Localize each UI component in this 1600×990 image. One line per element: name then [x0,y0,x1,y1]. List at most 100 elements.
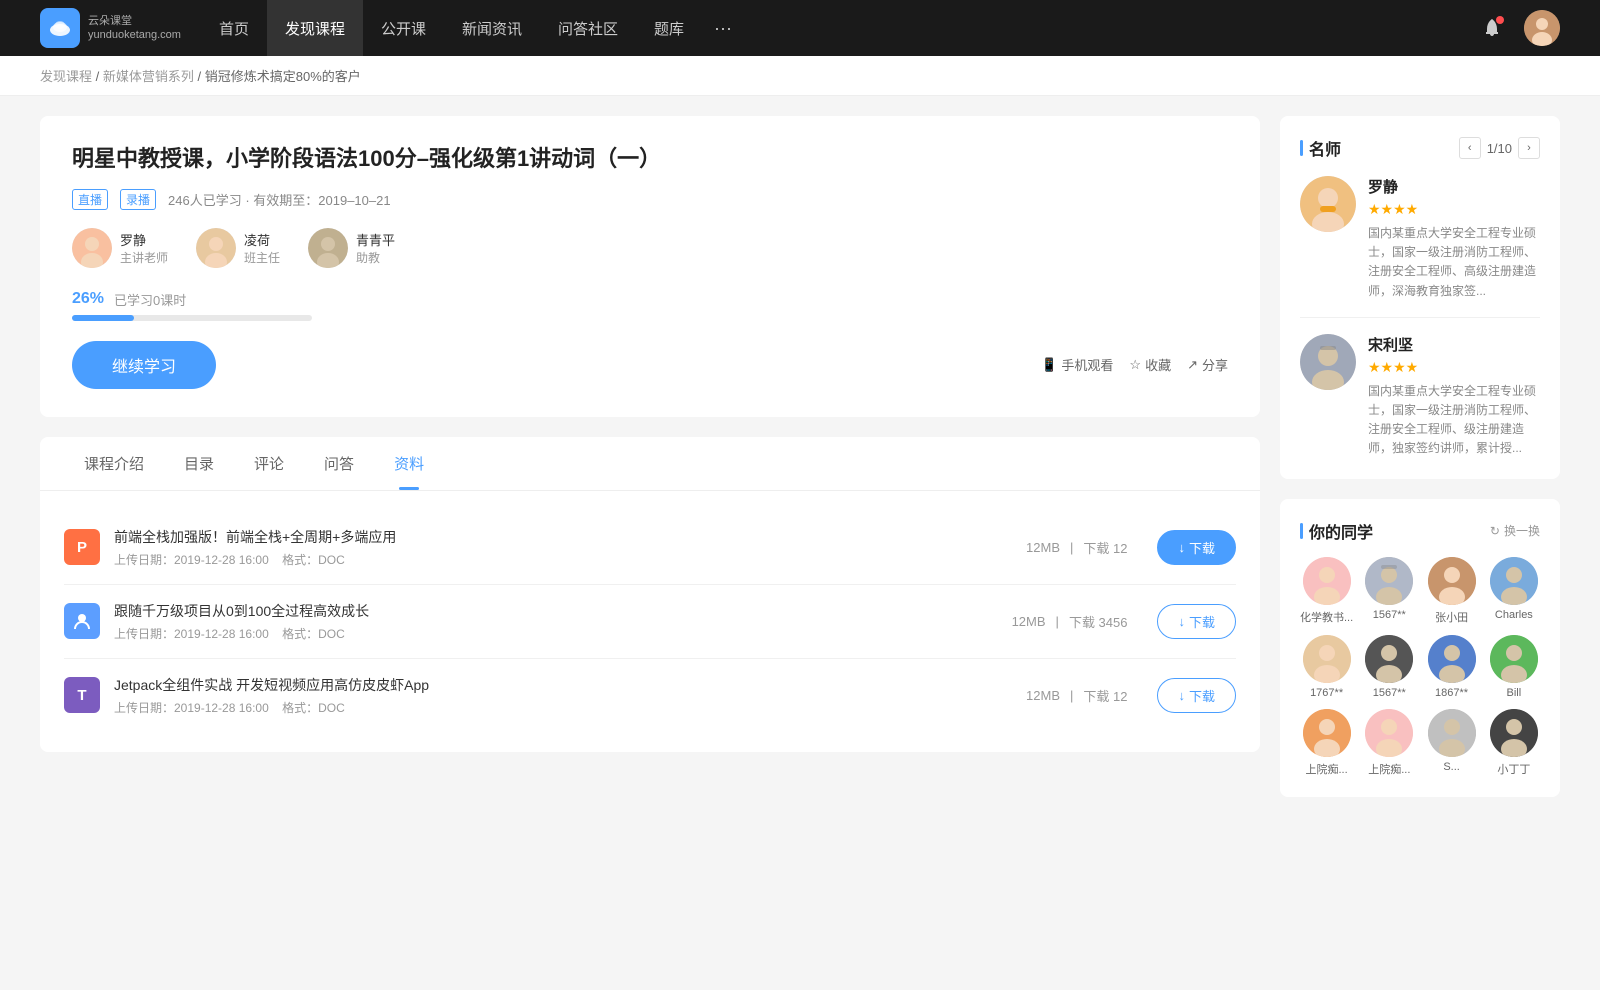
resource-info-1: 跟随千万级项目从0到100全过程高效成长 上传日期：2019-12-28 16:… [114,601,998,642]
progress-bar-fill [72,315,134,321]
classmate-avatar-10[interactable] [1428,709,1476,757]
classmates-title: 你的同学 [1300,519,1373,543]
pagination-info: 1/10 [1487,141,1512,156]
nav-open[interactable]: 公开课 [363,0,444,56]
breadcrumb-discover[interactable]: 发现课程 [40,69,92,84]
navbar: 云朵课堂 yunduoketang.com 首页 发现课程 公开课 新闻资讯 问… [0,0,1600,56]
tab-resources[interactable]: 资料 [374,437,444,490]
classmate-avatar-7[interactable] [1490,635,1538,683]
teachers-sidebar-card: 名师 ‹ 1/10 › 罗静 [1280,116,1560,479]
logo[interactable]: 云朵课堂 yunduoketang.com [40,8,181,48]
share-button[interactable]: ↗ 分享 [1187,355,1228,374]
nav-more[interactable]: ··· [702,0,744,56]
tab-intro[interactable]: 课程介绍 [64,437,164,490]
nav-qa[interactable]: 问答社区 [540,0,636,56]
classmate-name-11: 小丁丁 [1497,761,1530,777]
classmate-name-9: 上院痴... [1368,761,1410,777]
course-teachers: 罗静 主讲老师 凌荷 班主任 [72,228,1228,268]
classmate-avatar-11[interactable] [1490,709,1538,757]
classmate-item-4: 1767** [1300,635,1353,699]
teacher-item-1: 凌荷 班主任 [196,228,280,268]
resource-item-1: 跟随千万级项目从0到100全过程高效成长 上传日期：2019-12-28 16:… [64,585,1236,659]
teachers-card-header: 名师 ‹ 1/10 › [1300,136,1540,160]
teacher-card-desc-1: 国内某重点大学安全工程专业硕士，国家一级注册消防工程师、注册安全工程师、级注册建… [1368,382,1540,459]
resource-icon-1 [64,603,100,639]
download-icon-2: ↓ [1178,688,1185,703]
classmate-avatar-4[interactable] [1303,635,1351,683]
pagination-ctrl: ‹ 1/10 › [1459,137,1540,159]
resource-info-0: 前端全栈加强版！前端全栈+全周期+多端应用 上传日期：2019-12-28 16… [114,527,1012,568]
resource-icon-2: T [64,677,100,713]
nav-right [1476,10,1560,46]
classmate-item-1: 1567** [1363,557,1415,625]
teacher-info-0: 罗静 主讲老师 [120,230,168,266]
teacher-card-info-1: 宋利坚 ★★★★ 国内某重点大学安全工程专业硕士，国家一级注册消防工程师、注册安… [1368,334,1540,459]
action-extras: 📱 手机观看 ☆ 收藏 ↗ 分享 [1041,355,1228,374]
refresh-classmates-button[interactable]: ↻ 换一换 [1490,522,1540,539]
nav-home[interactable]: 首页 [201,0,267,56]
tab-qa[interactable]: 问答 [304,437,374,490]
collect-button[interactable]: ☆ 收藏 [1129,355,1171,374]
download-button-2[interactable]: ↓ 下载 [1157,678,1236,713]
left-content: 明星中教授课，小学阶段语法100分–强化级第1讲动词（一） 直播 录播 246人… [40,116,1260,817]
download-icon-1: ↓ [1178,614,1185,629]
resource-name-0: 前端全栈加强版！前端全栈+全周期+多端应用 [114,527,1012,547]
download-button-1[interactable]: ↓ 下载 [1157,604,1236,639]
tabs-card: 课程介绍 目录 评论 问答 资料 P 前端全栈加强版！前端全栈+全周期+多端应用… [40,437,1260,752]
classmate-avatar-0[interactable] [1303,557,1351,605]
tabs-header: 课程介绍 目录 评论 问答 资料 [40,437,1260,491]
classmate-item-7: Bill [1488,635,1540,699]
classmate-avatar-3[interactable] [1490,557,1538,605]
nav-quiz[interactable]: 题库 [636,0,702,56]
classmates-sidebar-card: 你的同学 ↻ 换一换 化学教书... [1280,499,1560,797]
continue-learning-button[interactable]: 继续学习 [72,341,216,389]
download-button-0[interactable]: ↓ 下载 [1157,530,1236,565]
classmate-name-4: 1767** [1310,687,1343,699]
classmates-header: 你的同学 ↻ 换一换 [1300,519,1540,543]
teacher-card-stars-0: ★★★★ [1368,201,1540,218]
resource-item-2: T Jetpack全组件实战 开发短视频应用高仿皮皮虾App 上传日期：2019… [64,659,1236,732]
nav-discover[interactable]: 发现课程 [267,0,363,56]
classmate-avatar-5[interactable] [1365,635,1413,683]
progress-percent: 26% [72,290,104,308]
classmate-item-8: 上院痴... [1300,709,1353,777]
resource-info-2: Jetpack全组件实战 开发短视频应用高仿皮皮虾App 上传日期：2019-1… [114,675,1012,716]
classmate-item-3: Charles [1488,557,1540,625]
pagination-prev[interactable]: ‹ [1459,137,1481,159]
phone-icon: 📱 [1041,357,1057,373]
teacher-item-0: 罗静 主讲老师 [72,228,168,268]
phone-watch-button[interactable]: 📱 手机观看 [1041,355,1113,374]
download-icon-0: ↓ [1178,540,1185,555]
breadcrumb-series[interactable]: 新媒体营销系列 [103,69,194,84]
breadcrumb: 发现课程 / 新媒体营销系列 / 销冠修炼术搞定80%的客户 [0,56,1600,96]
classmate-avatar-2[interactable] [1428,557,1476,605]
badge-live: 直播 [72,189,108,210]
teacher-card-name-1: 宋利坚 [1368,334,1540,355]
action-row: 继续学习 📱 手机观看 ☆ 收藏 ↗ 分享 [72,341,1228,389]
tab-review[interactable]: 评论 [234,437,304,490]
logo-icon [40,8,80,48]
tab-catalog[interactable]: 目录 [164,437,234,490]
teacher-info-2: 青青平 助教 [356,230,395,266]
breadcrumb-current: 销冠修炼术搞定80%的客户 [205,69,361,84]
classmate-avatar-1[interactable] [1365,557,1413,605]
classmate-item-0: 化学教书... [1300,557,1353,625]
teacher-card-desc-0: 国内某重点大学安全工程专业硕士，国家一级注册消防工程师、注册安全工程师、高级注册… [1368,224,1540,301]
classmate-avatar-6[interactable] [1428,635,1476,683]
pagination-next[interactable]: › [1518,137,1540,159]
classmate-avatar-8[interactable] [1303,709,1351,757]
classmate-item-2: 张小田 [1425,557,1477,625]
classmate-avatar-9[interactable] [1365,709,1413,757]
notification-dot [1496,16,1504,24]
bell-button[interactable] [1476,12,1508,44]
teacher-avatar-1 [196,228,236,268]
classmates-grid: 化学教书... 1567** [1300,557,1540,777]
user-avatar[interactable] [1524,10,1560,46]
nav-items: 首页 发现课程 公开课 新闻资讯 问答社区 题库 ··· [201,0,1476,56]
teacher-card-1: 宋利坚 ★★★★ 国内某重点大学安全工程专业硕士，国家一级注册消防工程师、注册安… [1300,334,1540,459]
nav-news[interactable]: 新闻资讯 [444,0,540,56]
course-title: 明星中教授课，小学阶段语法100分–强化级第1讲动词（一） [72,144,1228,175]
progress-section: 26% 已学习0课时 [72,290,1228,321]
classmate-name-8: 上院痴... [1306,761,1348,777]
badge-record: 录播 [120,189,156,210]
